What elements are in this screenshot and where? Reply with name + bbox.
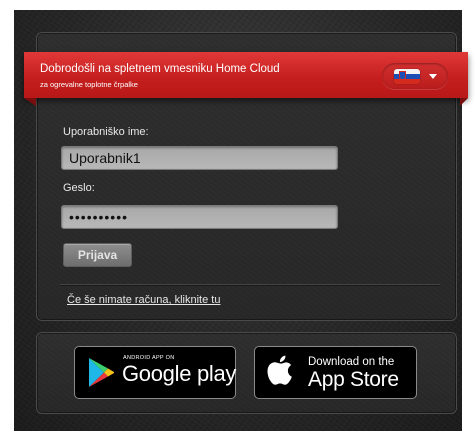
google-play-icon [89,358,114,387]
welcome-title: Dobrodošli na spletnem vmesniku Home Clo… [40,63,280,75]
slovenia-flag-icon [394,69,420,84]
app-store-caption: Download on the [308,356,395,368]
username-field[interactable] [61,146,338,170]
register-link[interactable]: Če še nimate računa, kliknite tu [67,294,220,306]
language-selector[interactable] [382,63,448,89]
google-play-name: Google play [122,361,237,386]
app-store-name: App Store [308,368,399,391]
username-label: Uporabniško ime: [63,126,149,138]
chevron-down-icon [429,74,437,79]
page: Dobrodošli na spletnem vmesniku Home Clo… [0,0,475,431]
password-label: Geslo: [63,182,95,194]
app-store-badge[interactable]: Download on the App Store [254,346,417,399]
password-field[interactable] [61,205,338,229]
divider [60,284,440,285]
welcome-ribbon: Dobrodošli na spletnem vmesniku Home Clo… [24,52,468,106]
google-play-badge[interactable]: ANDROID APP ON Google play [74,346,236,399]
welcome-subtitle: za ogrevalne toplotne črpalke [40,80,138,89]
apple-icon [267,355,292,385]
login-button[interactable]: Prijava [63,243,132,267]
